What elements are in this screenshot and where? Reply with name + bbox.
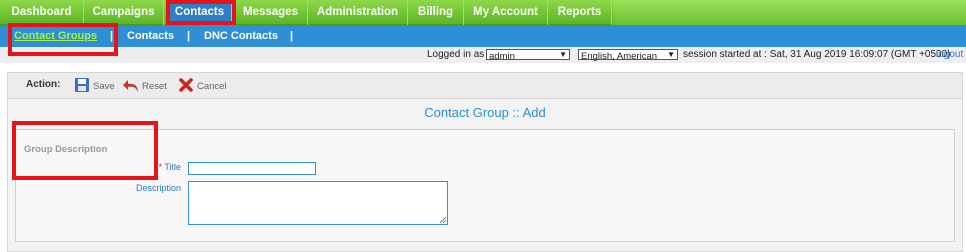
language-select-value: English, American — [581, 51, 658, 62]
sub-nav: Contact Groups | Contacts | DNC Contacts… — [0, 25, 966, 47]
title-input[interactable] — [188, 162, 316, 175]
user-select-value: admin — [489, 51, 515, 62]
cancel-label: Cancel — [197, 81, 227, 92]
save-icon — [75, 78, 89, 92]
user-select[interactable]: admin ▼ — [486, 49, 570, 62]
action-bar: Action: Save Reset Cancel — [8, 73, 962, 99]
subnav-contact-groups[interactable]: Contact Groups — [14, 25, 97, 47]
tab-contacts[interactable]: Contacts — [168, 0, 232, 25]
required-mark: * — [158, 162, 162, 172]
tab-reports[interactable]: Reports — [548, 0, 612, 25]
session-bar: Logged in as : admin ▼ English, American… — [0, 47, 966, 63]
tab-administration[interactable]: Administration — [308, 0, 408, 25]
dropdown-arrow-icon: ▼ — [667, 50, 675, 59]
cancel-button[interactable]: Cancel — [178, 77, 230, 95]
title-label-wrap: * Title — [126, 162, 181, 172]
tab-campaigns[interactable]: Campaigns — [84, 0, 164, 25]
language-select[interactable]: English, American ▼ — [578, 49, 678, 62]
group-description-fieldset: Group Description * Title Description — [15, 129, 955, 242]
description-label: Description — [135, 183, 181, 193]
title-label: Title — [164, 162, 181, 172]
resize-handle-icon[interactable] — [440, 217, 446, 223]
tab-my-account[interactable]: My Account — [464, 0, 548, 25]
description-textarea[interactable] — [188, 181, 448, 225]
dropdown-arrow-icon: ▼ — [559, 50, 567, 59]
main-panel: Action: Save Reset Cancel Contact Group … — [7, 72, 963, 252]
subnav-separator: | — [187, 30, 191, 42]
save-label: Save — [93, 81, 115, 92]
session-started: session started at : Sat, 31 Aug 2019 16… — [683, 49, 951, 60]
logged-in-label: Logged in as : — [427, 49, 490, 60]
tab-dashboard[interactable]: Dashboard — [0, 0, 84, 25]
reset-icon — [123, 80, 138, 92]
subnav-separator: | — [290, 30, 294, 42]
reset-label: Reset — [142, 81, 167, 92]
page-title: Contact Group :: Add — [424, 105, 546, 120]
logout-link[interactable]: logout — [936, 49, 963, 60]
action-label: Action: — [26, 79, 61, 90]
nav-filler — [613, 0, 966, 25]
subnav-dnc-contacts[interactable]: DNC Contacts — [204, 25, 278, 47]
cancel-icon — [179, 78, 193, 92]
main-nav: Dashboard Campaigns Contacts Messages Ad… — [0, 0, 966, 25]
save-button[interactable]: Save — [74, 77, 120, 95]
subnav-separator: | — [110, 30, 114, 42]
tab-billing[interactable]: Billing — [408, 0, 464, 25]
reset-button[interactable]: Reset — [123, 77, 175, 95]
subnav-contacts[interactable]: Contacts — [127, 25, 174, 47]
tab-messages[interactable]: Messages — [234, 0, 308, 25]
fieldset-legend: Group Description — [24, 144, 108, 155]
